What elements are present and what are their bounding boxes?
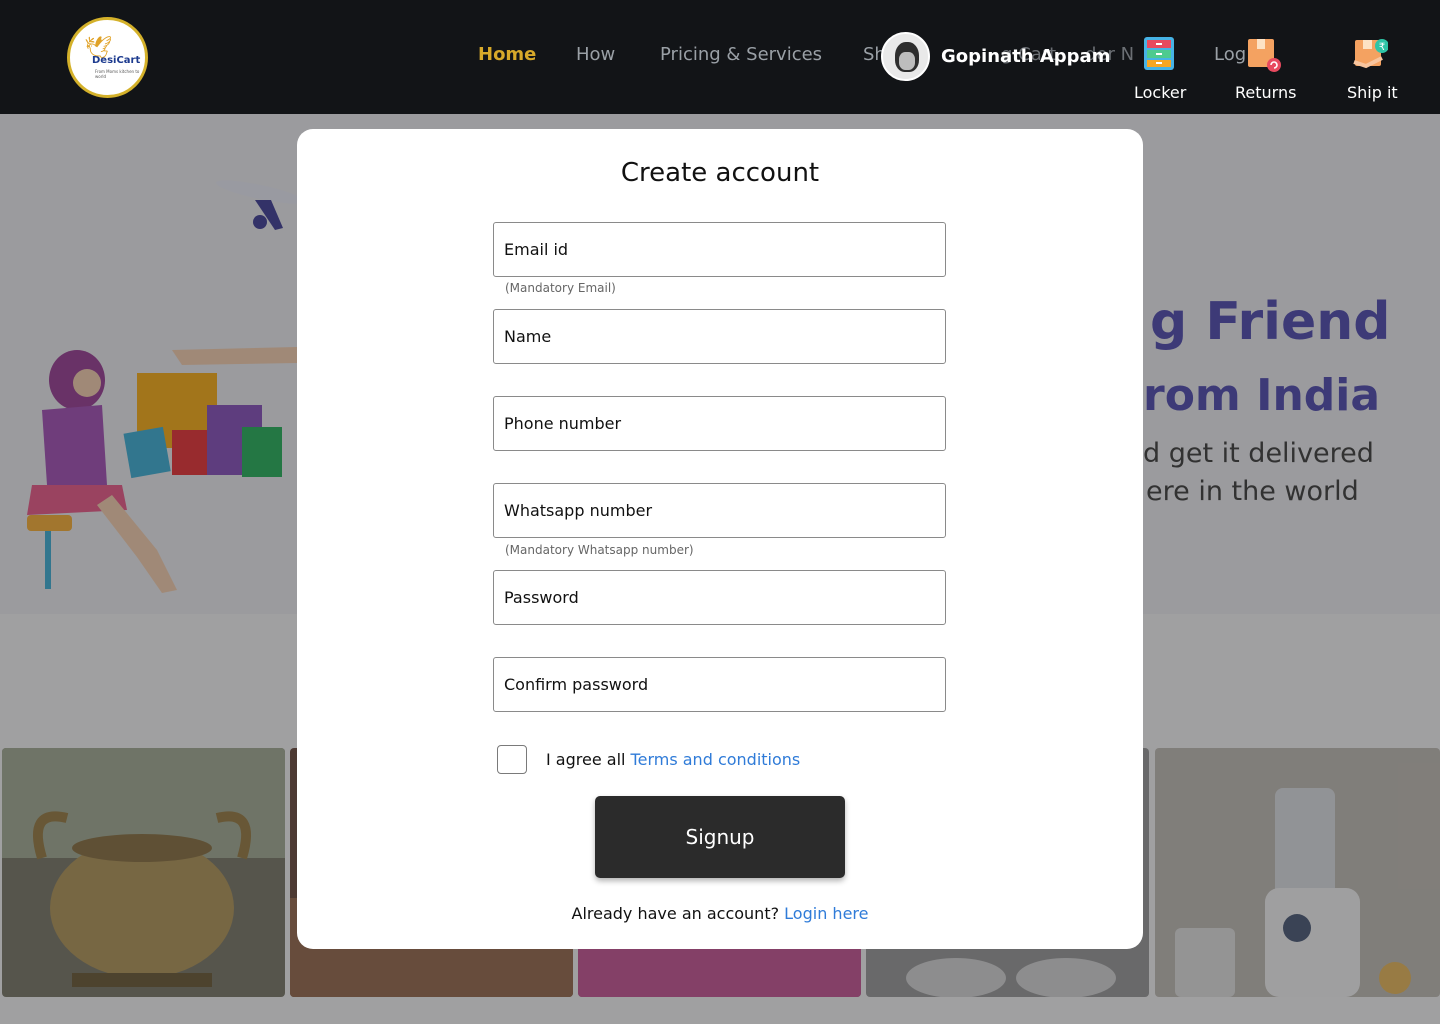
modal-title: Create account — [620, 158, 820, 188]
locker-icon[interactable] — [1141, 36, 1177, 72]
user-avatar[interactable] — [881, 32, 930, 81]
desicart-logo[interactable]: 🕊 DesiCart From Moms kitchen to world — [67, 17, 148, 98]
ship-it-label[interactable]: Ship it — [1347, 83, 1398, 102]
name-field[interactable]: Name — [493, 309, 946, 364]
svg-text:₹: ₹ — [1379, 42, 1385, 53]
whatsapp-hint: (Mandatory Whatsapp number) — [505, 543, 694, 557]
logo-text: DesiCart — [92, 55, 141, 66]
email-hint: (Mandatory Email) — [505, 281, 616, 295]
login-prompt: Already have an account? Login here — [0, 904, 1440, 923]
returns-label[interactable]: Returns — [1235, 83, 1296, 102]
name-field-label: Name — [504, 327, 552, 346]
phone-field-label: Phone number — [504, 414, 622, 433]
whatsapp-number-field[interactable]: Whatsapp number — [493, 483, 946, 538]
password-field[interactable]: Password — [493, 570, 946, 625]
login-link[interactable]: Login here — [784, 904, 868, 923]
nav-home[interactable]: Home — [478, 44, 536, 65]
terms-agreement: I agree all Terms and conditions — [546, 750, 800, 769]
confirm-password-field-label: Confirm password — [504, 675, 649, 694]
agree-text: I agree all — [546, 750, 631, 769]
ship-it-icon[interactable]: ₹ — [1352, 36, 1388, 72]
email-field[interactable]: Email id — [493, 222, 946, 277]
returns-icon[interactable] — [1245, 36, 1281, 72]
phone-number-field[interactable]: Phone number — [493, 396, 946, 451]
terms-link[interactable]: Terms and conditions — [631, 750, 801, 769]
confirm-password-field[interactable]: Confirm password — [493, 657, 946, 712]
logo-tagline: From Moms kitchen to world — [95, 69, 140, 79]
password-field-label: Password — [504, 588, 579, 607]
locker-label[interactable]: Locker — [1134, 83, 1186, 102]
whatsapp-field-label: Whatsapp number — [504, 501, 653, 520]
terms-checkbox[interactable] — [497, 745, 527, 774]
user-name[interactable]: Gopinath Appam — [941, 46, 1110, 67]
signup-button[interactable]: Signup — [595, 796, 845, 878]
nav-pricing-services[interactable]: Pricing & Services — [660, 44, 822, 65]
nav-how[interactable]: How — [576, 44, 615, 65]
nav-log[interactable]: Log — [1214, 44, 1246, 65]
already-text: Already have an account? — [571, 904, 785, 923]
email-field-label: Email id — [504, 240, 569, 259]
